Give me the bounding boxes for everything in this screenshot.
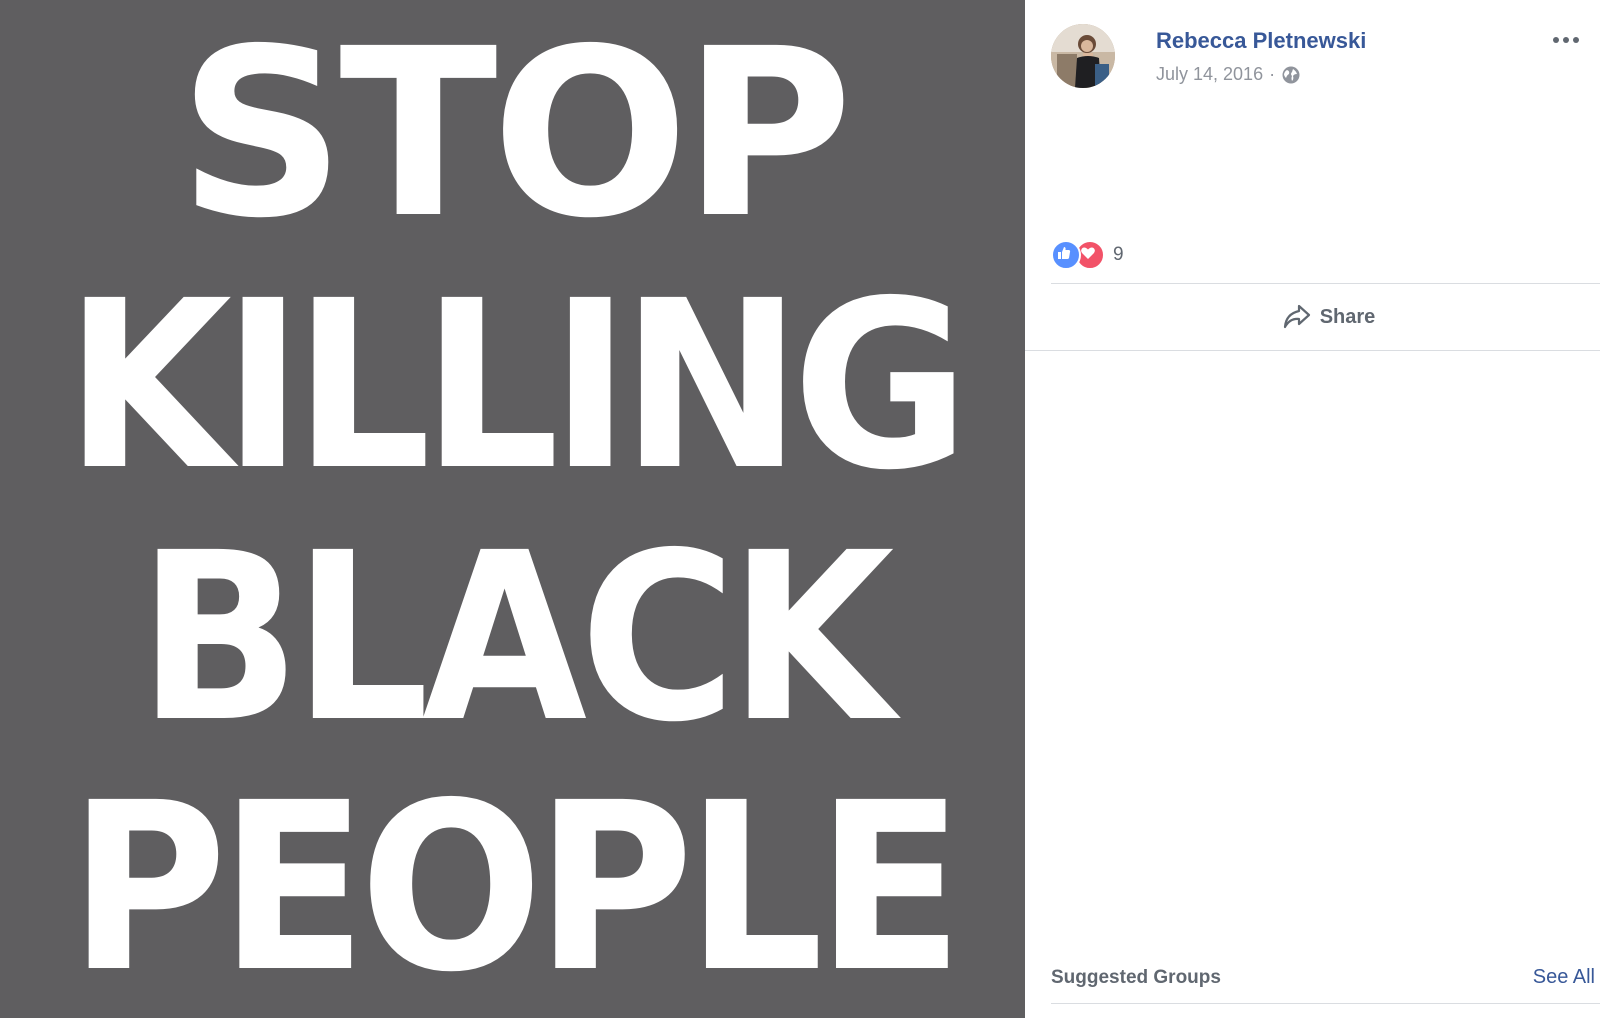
share-label: Share [1319, 305, 1376, 328]
author-name-link[interactable]: Rebecca Pletnewski [1156, 28, 1366, 54]
meta-separator: · [1269, 64, 1276, 84]
reaction-count: 9 [1113, 244, 1124, 265]
more-options-icon[interactable] [1551, 30, 1581, 50]
post-side-panel: Rebecca Pletnewski July 14, 2016 · 9 Sha… [1025, 0, 1600, 1018]
author-avatar[interactable] [1051, 24, 1115, 88]
poster-text-line-1: STOP [178, 0, 853, 269]
suggested-groups-title: Suggested Groups [1051, 966, 1221, 988]
poster-text-line-4: PEOPLE [68, 753, 964, 1018]
poster-text-line-2: KILLING [64, 251, 970, 521]
post-date-link[interactable]: July 14, 2016 [1156, 64, 1263, 85]
divider [1051, 1003, 1600, 1004]
share-button[interactable]: Share [1051, 290, 1600, 344]
share-icon [1283, 304, 1310, 329]
suggested-groups-header: Suggested Groups See All [1051, 966, 1595, 989]
see-all-link[interactable]: See All [1533, 966, 1595, 989]
reactions-summary[interactable]: 9 [1051, 240, 1124, 270]
poster-text-line-3: BLACK [137, 503, 894, 773]
photo-viewer: STOP KILLING BLACK PEOPLE Rebecca Pletne… [0, 0, 1600, 1018]
globe-icon[interactable] [1281, 65, 1301, 85]
post-header: Rebecca Pletnewski July 14, 2016 · [1051, 24, 1581, 94]
post-photo[interactable]: STOP KILLING BLACK PEOPLE [0, 0, 1025, 1018]
divider [1025, 350, 1600, 351]
post-meta: July 14, 2016 · [1156, 64, 1301, 85]
divider [1051, 283, 1600, 284]
like-icon [1051, 240, 1081, 270]
